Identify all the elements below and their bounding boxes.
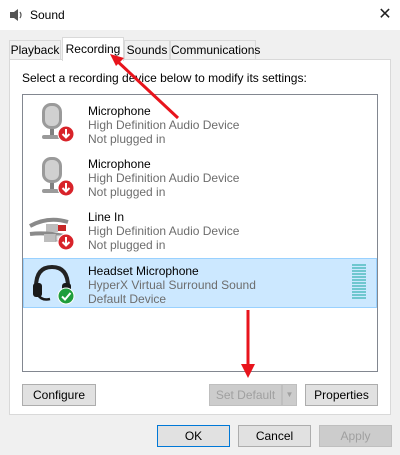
speaker-icon [8,7,24,23]
device-driver: High Definition Audio Device [88,224,240,238]
tab-recording[interactable]: Recording [62,37,124,61]
device-driver: HyperX Virtual Surround Sound [88,278,256,292]
device-driver: High Definition Audio Device [88,171,240,185]
tab-sounds[interactable]: Sounds [124,40,170,60]
properties-button[interactable]: Properties [305,384,378,406]
device-name: Line In [88,210,125,224]
ok-button[interactable]: OK [157,425,230,447]
device-status: Default Device [88,292,167,306]
apply-button[interactable]: Apply [319,425,392,447]
device-name: Headset Microphone [88,264,199,278]
tab-playback[interactable]: Playback [9,40,61,60]
device-name: Microphone [88,104,151,118]
cancel-button[interactable]: Cancel [238,425,311,447]
unplugged-badge-icon [57,233,75,251]
device-driver: High Definition Audio Device [88,118,240,132]
set-default-dropdown[interactable]: ▼ [282,384,297,406]
device-status: Not plugged in [88,238,166,252]
window-title: Sound [30,8,65,22]
tab-communications[interactable]: Communications [170,40,260,60]
device-name: Microphone [88,157,151,171]
close-icon: ✕ [378,6,392,23]
unplugged-badge-icon [57,179,75,197]
unplugged-badge-icon [57,125,75,143]
chevron-down-icon: ▼ [285,390,294,399]
instruction-text: Select a recording device below to modif… [22,71,307,85]
default-check-badge-icon [57,287,75,305]
input-level-meter [352,264,366,302]
close-button[interactable]: ✕ [374,4,396,26]
set-default-button[interactable]: Set Default [209,384,282,406]
device-status: Not plugged in [88,185,166,199]
configure-button[interactable]: Configure [22,384,96,406]
device-status: Not plugged in [88,132,166,146]
